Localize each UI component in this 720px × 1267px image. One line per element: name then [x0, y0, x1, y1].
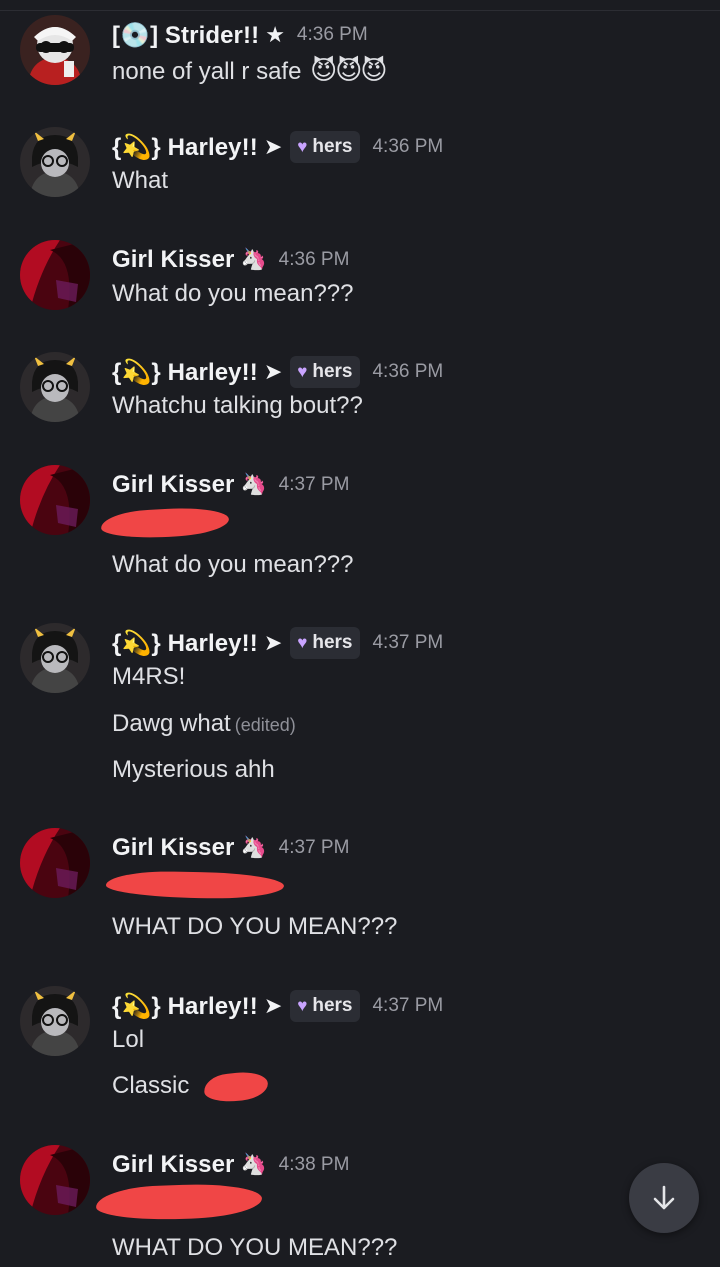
pronoun-label: hers [312, 995, 353, 1016]
message-text: Dawg what (edited) [112, 710, 296, 738]
message-header: {💫} Harley!! ➤ ♥ hers 4:36 PM [112, 352, 443, 392]
avatar-girl-kisser-image [20, 240, 90, 310]
message-header: Girl Kisser 🦄 4:37 PM [112, 465, 349, 505]
message-header: Girl Kisser 🦄 4:38 PM [112, 1145, 349, 1185]
timestamp: 4:36 PM [296, 24, 368, 45]
avatar[interactable] [20, 127, 90, 197]
avatar-harley-image [20, 352, 90, 422]
redaction-scribble [100, 505, 230, 541]
pronoun-badge[interactable]: ♥ hers [290, 131, 361, 163]
message-header: Girl Kisser 🦄 4:36 PM [112, 240, 349, 280]
divider [0, 10, 720, 11]
avatar[interactable] [20, 240, 90, 310]
message-header: Girl Kisser 🦄 4:37 PM [112, 828, 349, 868]
avatar[interactable] [20, 986, 90, 1056]
timestamp: 4:38 PM [278, 1154, 350, 1175]
message-text: WHAT DO YOU MEAN??? [112, 1234, 398, 1261]
message-text: Lol [112, 1026, 145, 1053]
author-name[interactable]: {💫} Harley!! [112, 133, 258, 162]
heart-icon: ♥ [297, 633, 308, 652]
author-name[interactable]: Girl Kisser [112, 246, 235, 274]
jump-to-present-button[interactable] [629, 1163, 699, 1233]
timestamp: 4:36 PM [372, 361, 444, 382]
heart-icon: ♥ [297, 996, 308, 1015]
heart-icon: ♥ [297, 362, 308, 381]
message-text: What do you mean??? [112, 280, 354, 307]
message-header: {💫} Harley!! ➤ ♥ hers 4:37 PM [112, 623, 443, 663]
heart-icon: ♥ [297, 137, 308, 156]
timestamp: 4:36 PM [278, 249, 350, 270]
message-header: {💫} Harley!! ➤ ♥ hers 4:36 PM [112, 127, 443, 167]
author-name[interactable]: Girl Kisser [112, 471, 235, 499]
avatar-girl-kisser-image [20, 828, 90, 898]
pronoun-badge[interactable]: ♥ hers [290, 356, 361, 388]
arrow-right-icon: ➤ [263, 359, 283, 384]
message-text: Classic [112, 1072, 190, 1099]
pronoun-label: hers [312, 632, 353, 653]
avatar-girl-kisser-image [20, 1145, 90, 1215]
avatar[interactable] [20, 352, 90, 422]
avatar-harley-image [20, 986, 90, 1056]
star-icon: ★ [265, 22, 285, 47]
unicorn-emoji: 🦄 [240, 1153, 267, 1176]
edited-label: (edited) [234, 715, 296, 735]
arrow-right-icon: ➤ [263, 630, 283, 655]
unicorn-emoji: 🦄 [240, 248, 267, 271]
message-text: What [112, 167, 169, 194]
avatar[interactable] [20, 623, 90, 693]
author-name[interactable]: Girl Kisser [112, 834, 235, 862]
message-text: What do you mean??? [112, 551, 354, 578]
message-text-content: none of yall r safe [112, 58, 302, 85]
chat-messages[interactable]: [💿] Strider!! ★ 4:36 PM none of yall r s… [0, 0, 720, 1267]
message-text: Whatchu talking bout?? [112, 392, 363, 419]
avatar-strider-image [20, 15, 90, 85]
pronoun-badge[interactable]: ♥ hers [290, 627, 361, 659]
avatar-harley-image [20, 127, 90, 197]
message-text: Mysterious ahh [112, 756, 275, 783]
redaction-scribble [105, 870, 285, 900]
timestamp: 4:37 PM [278, 837, 350, 858]
arrow-right-icon: ➤ [263, 993, 283, 1018]
timestamp: 4:36 PM [372, 136, 444, 157]
pronoun-label: hers [312, 136, 353, 157]
message-text: M4RS! [112, 663, 186, 690]
author-name[interactable]: {💫} Harley!! [112, 358, 258, 387]
avatar[interactable] [20, 828, 90, 898]
author-name[interactable]: [💿] Strider!! [112, 21, 259, 50]
message-text: none of yall r safe 😈😈😈 [112, 55, 387, 86]
avatar[interactable] [20, 465, 90, 535]
author-name[interactable]: {💫} Harley!! [112, 629, 258, 658]
timestamp: 4:37 PM [278, 474, 350, 495]
pronoun-label: hers [312, 361, 353, 382]
redaction-scribble [202, 1069, 270, 1105]
arrow-down-icon [653, 1185, 675, 1210]
avatar-girl-kisser-image [20, 465, 90, 535]
message-text-content: Dawg what [112, 710, 231, 737]
avatar[interactable] [20, 15, 90, 85]
unicorn-emoji: 🦄 [240, 836, 267, 859]
author-name[interactable]: {💫} Harley!! [112, 992, 258, 1021]
avatar[interactable] [20, 1145, 90, 1215]
avatar-harley-image [20, 623, 90, 693]
message-header: {💫} Harley!! ➤ ♥ hers 4:37 PM [112, 986, 443, 1026]
message-text: WHAT DO YOU MEAN??? [112, 913, 398, 940]
timestamp: 4:37 PM [372, 995, 444, 1016]
pronoun-badge[interactable]: ♥ hers [290, 990, 361, 1022]
message-header: [💿] Strider!! ★ 4:36 PM [112, 15, 368, 55]
redaction-scribble [95, 1182, 263, 1222]
author-name[interactable]: Girl Kisser [112, 1151, 235, 1179]
arrow-right-icon: ➤ [263, 134, 283, 159]
unicorn-emoji: 🦄 [240, 473, 267, 496]
devil-emoji: 😈😈😈 [310, 55, 387, 85]
timestamp: 4:37 PM [372, 632, 444, 653]
